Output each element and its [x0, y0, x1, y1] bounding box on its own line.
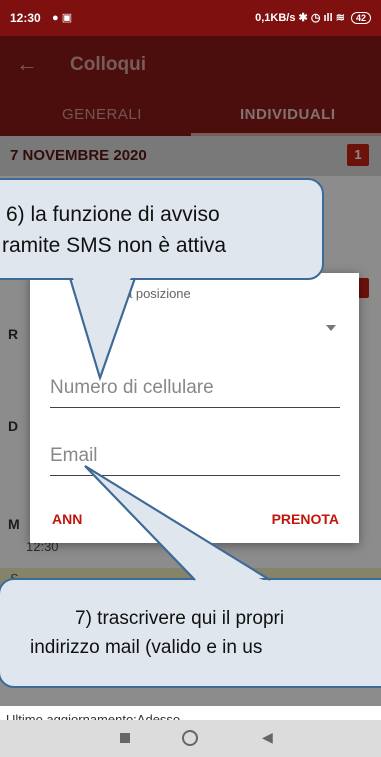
network-speed: 0,1KB/s	[255, 12, 296, 24]
cancel-button[interactable]: ANN	[52, 511, 82, 527]
callout-sms-line2: ramite SMS non è attiva	[2, 234, 227, 257]
back-triangle-icon[interactable]: ◀	[262, 729, 273, 746]
wifi-icon: ✱ ◷ ıll ≋	[298, 12, 345, 24]
callout-email-line1: 7) trascrivere qui il propri	[75, 608, 285, 629]
callout-email-line2: indirizzo mail (valido e in us	[30, 637, 263, 658]
notification-icon: ● ▣	[52, 12, 73, 24]
recents-icon[interactable]	[120, 733, 130, 743]
battery-icon: 42	[350, 12, 371, 24]
home-icon[interactable]	[182, 730, 198, 746]
status-bar: 12:30 ● ▣ 0,1KB/s ✱ ◷ ıll ≋ 42	[0, 0, 381, 36]
email-field[interactable]	[50, 436, 340, 476]
phone-field[interactable]	[50, 368, 340, 408]
chevron-down-icon	[326, 325, 336, 331]
position-label: a posizione	[125, 286, 191, 301]
booking-dialog: a posizione ANN PRENOTA	[30, 273, 359, 543]
status-right: 0,1KB/s ✱ ◷ ıll ≋ 42	[255, 11, 371, 24]
callout-sms-line1: 6) la funzione di avviso	[6, 203, 220, 226]
position-select[interactable]	[50, 313, 340, 343]
prenota-button[interactable]: PRENOTA	[272, 511, 339, 527]
system-navbar: ◀	[0, 720, 381, 757]
status-time: 12:30	[10, 11, 41, 25]
callout-sms-notice: 6) la funzione di avviso ramite SMS non …	[0, 178, 324, 280]
callout-email-instruction: 7) trascrivere qui il propri indirizzo m…	[0, 578, 381, 688]
